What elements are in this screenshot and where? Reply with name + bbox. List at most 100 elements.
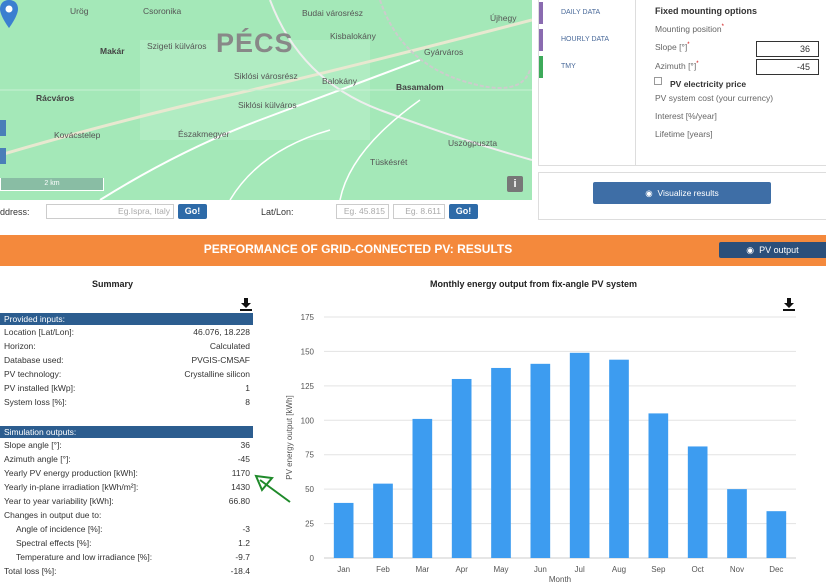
bar-jan: [333, 502, 354, 558]
map-label: Urög: [70, 6, 89, 16]
summary-value: -3: [242, 524, 250, 534]
zoom-out-button[interactable]: [0, 148, 6, 164]
visualize-panel: ◉ Visualize results: [538, 172, 826, 220]
summary-row: Horizon: Calculated: [4, 341, 250, 354]
tab-tmy[interactable]: TMY: [539, 56, 631, 78]
summary-value: -45: [237, 454, 250, 464]
summary-key: Angle of incidence [%]:: [16, 524, 103, 534]
y-tick-label: 125: [301, 382, 315, 391]
summary-key: Year to year variability [kWh]:: [4, 496, 114, 506]
map-label: Tüskésrét: [370, 157, 408, 167]
y-tick-label: 75: [305, 451, 314, 460]
map-label: Újhegy: [490, 13, 517, 23]
y-tick-label: 0: [310, 554, 315, 563]
summary-key: Spectral effects [%]:: [16, 538, 92, 548]
summary-key: Yearly in-plane irradiation [kWh/m²]:: [4, 482, 139, 492]
bar-may: [491, 367, 511, 558]
bar-mar: [412, 418, 433, 558]
download-icon[interactable]: [239, 297, 253, 311]
slope-input[interactable]: 36: [756, 41, 819, 57]
options-heading: Fixed mounting options: [655, 6, 757, 16]
latlon-label: Lat/Lon:: [261, 207, 294, 217]
summary-key: Database used:: [4, 355, 64, 365]
bar-dec: [766, 511, 787, 558]
pv-output-label: PV output: [759, 245, 799, 255]
summary-row: Location [Lat/Lon]: 46.076, 18.228: [4, 327, 250, 340]
latitude-input[interactable]: Eg. 45.815: [336, 204, 389, 219]
address-bar: ddress: Eg.Ispra, Italy Go! Lat/Lon: Eg.…: [0, 200, 532, 225]
summary-value: 1170: [231, 468, 250, 478]
map-view[interactable]: Urög Csoronika Budai városrész Újhegy Ma…: [0, 0, 532, 200]
summary-row: Temperature and low irradiance [%]: -9.7: [4, 552, 250, 565]
mounting-position-label: Mounting position*: [655, 24, 724, 34]
summary-row: Yearly in-plane irradiation [kWh/m²]: 143…: [4, 482, 250, 495]
map-scale: 2 km: [0, 178, 104, 191]
map-label: Siklósi külváros: [238, 100, 297, 110]
bar-apr: [451, 378, 472, 558]
pv-price-checkbox[interactable]: [654, 77, 662, 85]
x-axis-label: Month: [549, 575, 571, 583]
tab-daily-data[interactable]: DAILY DATA: [539, 2, 631, 24]
map-label: Budai városrész: [302, 8, 363, 18]
map-label: Siklósi városrész: [234, 71, 298, 81]
address-label: ddress:: [0, 207, 30, 217]
map-label: Rácváros: [36, 93, 75, 103]
pv-output-button[interactable]: ◉ PV output: [719, 242, 826, 258]
location-pin-icon[interactable]: [0, 0, 18, 28]
tab-indicator: [539, 56, 543, 78]
summary-key: Slope angle [°]:: [4, 440, 62, 450]
summary-row: Angle of incidence [%]: -3: [4, 524, 250, 537]
map-label: Kisbalokány: [330, 31, 376, 41]
lifetime-label: Lifetime [years]: [655, 129, 713, 139]
azimuth-input[interactable]: -45: [756, 59, 819, 75]
summary-key: Temperature and low irradiance [%]:: [16, 552, 153, 562]
map-label: Balokány: [322, 76, 357, 86]
summary-key: Azimuth angle [°]:: [4, 454, 71, 464]
tab-hourly-data[interactable]: HOURLY DATA: [539, 29, 631, 51]
summary-value: Calculated: [209, 341, 250, 351]
bar-jun: [530, 363, 551, 558]
summary-row: Database used: PVGIS-CMSAF: [4, 355, 250, 368]
longitude-input[interactable]: Eg. 8.611: [393, 204, 445, 219]
y-tick-label: 50: [305, 485, 314, 494]
summary-value: 46.076, 18.228: [193, 327, 250, 337]
summary-value: 1430: [231, 482, 250, 492]
summary-key: PV installed [kWp]:: [4, 383, 76, 393]
y-axis-label: PV energy output [kWh]: [285, 395, 294, 480]
tab-label: HOURLY DATA: [561, 36, 610, 43]
map-label: Csoronika: [143, 6, 182, 16]
fixed-mounting-options: Fixed mounting options Mounting position…: [635, 0, 826, 166]
map-label: Északmegyer: [178, 129, 230, 139]
map-label: Szigeti külváros: [147, 41, 207, 51]
x-tick-label: Dec: [769, 565, 783, 574]
y-tick-label: 150: [301, 347, 315, 356]
address-input[interactable]: Eg.Ispra, Italy: [46, 204, 174, 219]
bar-nov: [727, 489, 747, 558]
address-go-button[interactable]: Go!: [178, 204, 207, 219]
interest-label: Interest [%/year]: [655, 111, 717, 121]
bar-oct: [687, 446, 708, 558]
tab-indicator: [539, 2, 543, 24]
summary-value: 66.80: [228, 496, 250, 506]
summary-value: -18.4: [230, 566, 250, 576]
y-tick-label: 175: [301, 313, 315, 322]
bar-jul: [569, 352, 590, 558]
map-label: Basamalom: [396, 82, 444, 92]
zoom-in-button[interactable]: [0, 120, 6, 136]
bar-feb: [373, 483, 393, 558]
tab-label: TMY: [561, 63, 576, 70]
summary-title: Summary: [92, 279, 134, 289]
visualize-results-button[interactable]: ◉ Visualize results: [593, 182, 771, 204]
summary-row: PV installed [kWp]: 1: [4, 383, 250, 396]
monthly-energy-chart: 0 25 50 75 100 125 150 175 Jan Feb Mar Apr May Jun Jul…: [285, 313, 796, 583]
summary-value: 1: [245, 383, 250, 393]
azimuth-label-text: Azimuth [°]: [655, 61, 697, 71]
summary-key: Yearly PV energy production [kWh]:: [4, 468, 138, 478]
y-tick-label: 100: [301, 416, 315, 425]
latlon-go-button[interactable]: Go!: [449, 204, 478, 219]
map-city-label: PÉCS: [216, 28, 294, 58]
summary-key: Total loss [%]:: [4, 566, 57, 576]
summary-row: Yearly PV energy production [kWh]: 1170: [4, 468, 250, 481]
x-tick-label: Jul: [575, 565, 585, 574]
info-icon[interactable]: i: [507, 176, 523, 192]
